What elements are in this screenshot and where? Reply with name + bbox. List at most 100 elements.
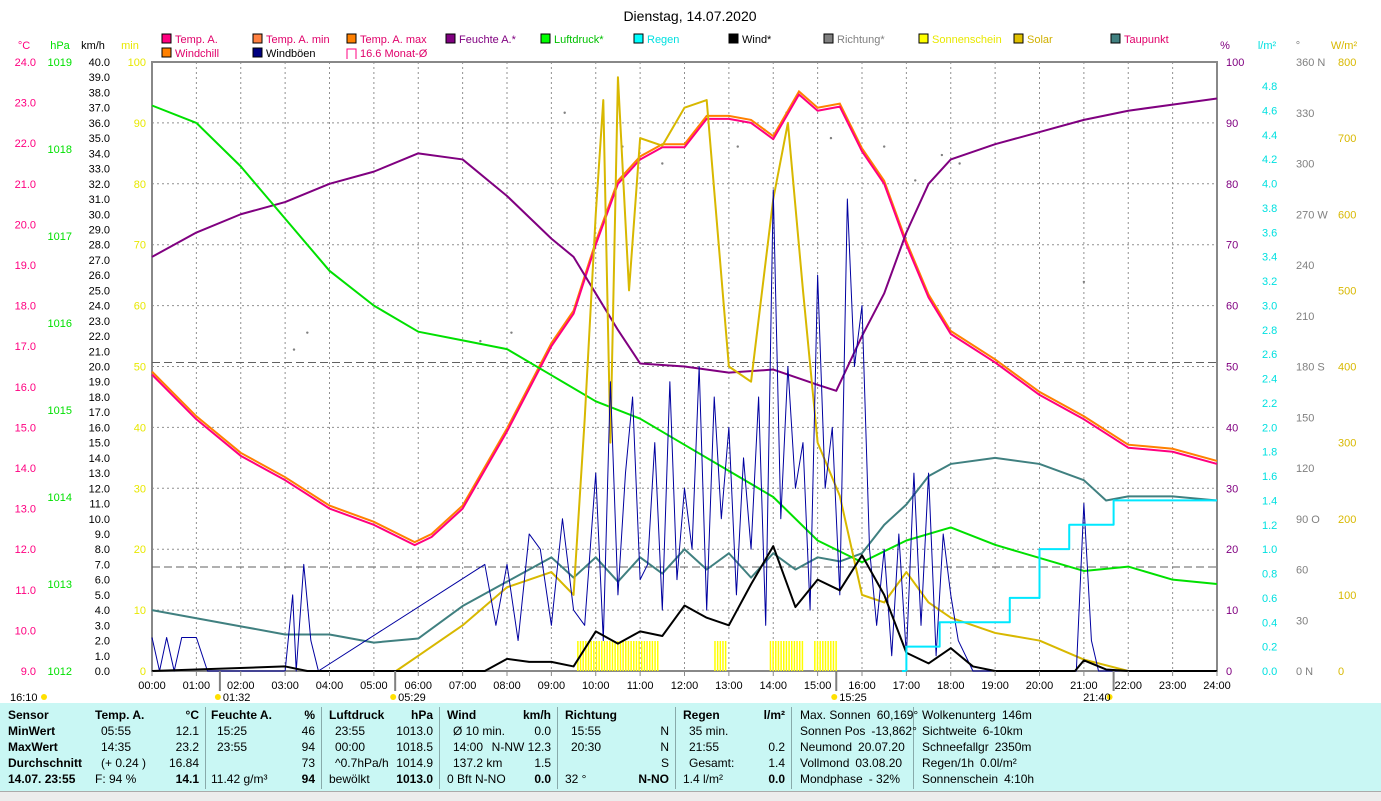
humidity-header: Feuchte A.% [211, 707, 321, 723]
sun-row-label: Vollmond [800, 756, 850, 770]
humidity-tick-label: 0 [1226, 666, 1232, 678]
rain-tick-label: 0.4 [1262, 617, 1277, 629]
rain-row-label: 21:55 [689, 740, 720, 754]
direction-tick-label: 0 N [1296, 666, 1313, 678]
misc-column: Wolkenunterg 146m Sichtweite 6-10km Schneefa… [918, 707, 1048, 789]
temp-tick-label: 11.0 [15, 585, 36, 597]
temp-tick-label: 19.0 [15, 260, 36, 272]
direction-header: Richtung [565, 707, 675, 723]
pressure-tick-label: 1016 [48, 318, 72, 330]
humidity-row-value: 73 [301, 756, 315, 770]
temp-column: Temp. A. °C 05:55 12.1 14:35 23.2 (+ 0.24 ) 16.… [90, 707, 206, 789]
sun-row-value: 20.07.20 [858, 740, 905, 754]
marker-label: 16:10 [10, 692, 38, 703]
wind-tick-label: 8.0 [95, 544, 110, 556]
wind-tick-label: 16.0 [89, 422, 110, 434]
pressure-row-label: bewölkt [329, 772, 370, 786]
sun-row: Vollmond 03.08.20 [800, 755, 913, 771]
sunshine-bar [633, 641, 635, 671]
wind-header: Wind km/h [447, 707, 557, 723]
misc-row-value: 4:10h [1004, 772, 1035, 786]
sunshine-bar [719, 641, 722, 671]
sun-tick-label: 70 [134, 240, 146, 252]
direction-point [510, 331, 513, 334]
wind-row-label: Ø 10 min. [453, 724, 506, 738]
humidity-tick-label: 30 [1226, 483, 1238, 495]
sun-tick-label: 40 [134, 422, 146, 434]
sunshine-bar [590, 641, 592, 671]
legend-label: Richtung* [837, 34, 885, 46]
unit-label: min [121, 40, 139, 52]
sunshine-bar [777, 641, 780, 671]
wind-tick-label: 25.0 [89, 285, 110, 297]
direction-point [882, 145, 886, 148]
x-tick-label: 03:00 [271, 680, 299, 692]
humidity-tick-label: 100 [1226, 57, 1244, 69]
x-tick-label: 10:00 [582, 680, 610, 692]
wind-tick-label: 32.0 [89, 179, 110, 191]
sun-icon [41, 694, 47, 700]
sunshine-bar [630, 641, 632, 671]
wind-tick-label: 15.0 [89, 438, 110, 450]
pressure-header: Luftdruck hPa [329, 707, 439, 723]
humidity-row-value: 46 [301, 724, 315, 738]
wind-tick-label: 13.0 [89, 468, 110, 480]
misc-row: Sichtweite 6-10km [922, 723, 1048, 739]
sunshine-bar [611, 641, 614, 671]
x-tick-label: 07:00 [449, 680, 477, 692]
sunshine-bar [638, 641, 640, 671]
x-tick-label: 19:00 [981, 680, 1009, 692]
direction-tick-label: 120 [1296, 463, 1314, 475]
wind-tick-label: 11.0 [89, 499, 110, 511]
sunshine-bar [827, 641, 829, 671]
direction-point [479, 339, 482, 343]
temp-tick-label: 22.0 [15, 138, 36, 150]
chart-title: Dienstag, 14.07.2020 [623, 8, 756, 24]
wind-tick-label: 10.0 [89, 514, 110, 526]
legend-label: Sonnenschein [932, 34, 1002, 46]
sunshine-bar [772, 641, 774, 671]
sunshine-bar [601, 641, 603, 671]
solar-tick-label: 100 [1338, 590, 1356, 602]
rain-tick-label: 4.4 [1262, 130, 1277, 142]
misc-row: Schneefallgr 2350m [922, 739, 1048, 755]
legend-swatch-icon [161, 33, 172, 44]
direction-tick-label: 30 [1296, 615, 1308, 627]
x-tick-label: 06:00 [404, 680, 432, 692]
humidity-row: 11.42 g/m³ 94 [211, 771, 321, 787]
rain-row-value: 1.4 [768, 756, 785, 770]
humidity-row-value: 94 [301, 740, 315, 754]
legend-swatch-icon [1013, 33, 1024, 44]
series-temp-max [151, 89, 1218, 544]
legend-label: Temp. A. min [266, 34, 330, 46]
wind-unit: km/h [522, 708, 551, 722]
pressure-row: bewölkt 1013.0 [329, 771, 439, 787]
legend-swatch-icon [918, 33, 929, 44]
wind-tick-label: 24.0 [89, 301, 110, 313]
solar-tick-label: 700 [1338, 133, 1356, 145]
sun-row: Neumond 20.07.20 [800, 739, 913, 755]
direction-tick-label: 90 O [1296, 514, 1320, 526]
sun-row: Mondphase - 32% [800, 771, 913, 787]
sunshine-bar [714, 641, 716, 671]
temp-row-value: 12.1 [175, 724, 199, 738]
pressure-tick-label: 1019 [48, 57, 72, 69]
direction-point [829, 136, 833, 140]
x-tick-label: 05:00 [360, 680, 388, 692]
rain-header: Regen l/m² [683, 707, 791, 723]
solar-tick-label: 600 [1338, 209, 1356, 221]
sunshine-bar [822, 641, 824, 671]
sunshine-bar [819, 641, 821, 671]
misc-row-value: 0.0l/m² [980, 756, 1017, 770]
pressure-tick-label: 1018 [48, 144, 72, 156]
marker-label: 15:25 [839, 692, 867, 703]
rain-tick-label: 0.2 [1262, 642, 1277, 654]
sunshine-bar [832, 641, 835, 671]
humidity-row-label: 11.42 g/m³ [211, 772, 268, 786]
pressure-row-label: ^0.7hPa/h [335, 756, 389, 770]
x-tick-label: 17:00 [893, 680, 921, 692]
legend-swatch-icon [728, 33, 739, 44]
humidity-tick-label: 80 [1226, 179, 1238, 191]
legend-label: 16.6 Monat-Ø [360, 48, 428, 60]
rain-tick-label: 2.2 [1262, 398, 1277, 410]
